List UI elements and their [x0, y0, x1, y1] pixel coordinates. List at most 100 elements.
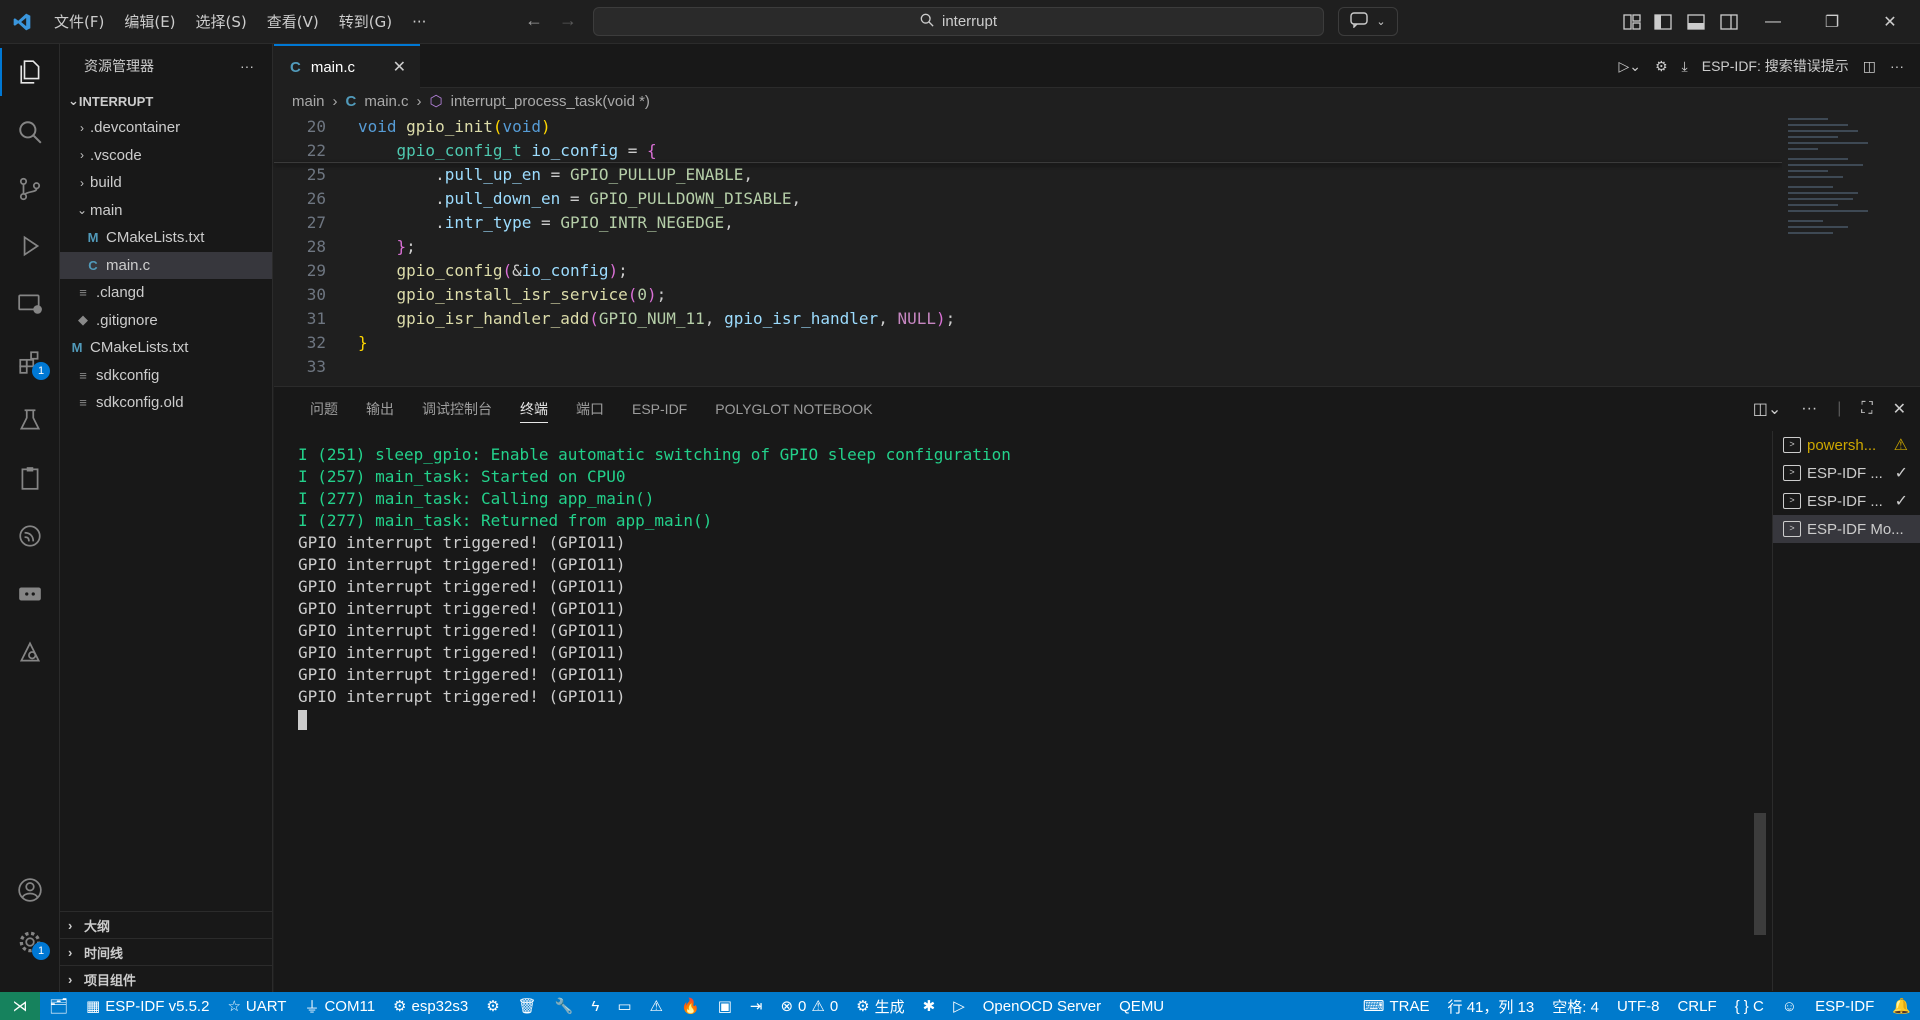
split-terminal-icon[interactable]: ◫⌄: [1753, 399, 1782, 419]
source-control-icon[interactable]: [0, 165, 60, 213]
tab-main-c[interactable]: C main.c ✕: [274, 44, 420, 88]
toggle-secondary-sidebar-icon[interactable]: [1709, 0, 1749, 44]
run-icon[interactable]: ▷: [944, 997, 974, 1015]
terminal-output[interactable]: I (251) sleep_gpio: Enable automatic swi…: [298, 444, 1698, 730]
copilot-chat-button[interactable]: ⌄: [1338, 7, 1398, 36]
terminal-icon[interactable]: ▣: [709, 997, 741, 1015]
forward-arrow-icon[interactable]: →: [551, 10, 585, 31]
terminal-item-esp-idf-1[interactable]: > ESP-IDF ... ✓: [1773, 459, 1920, 487]
extensions-icon[interactable]: 1: [0, 338, 60, 386]
split-editor-icon[interactable]: ◫: [1863, 58, 1876, 75]
tree-item-clangd[interactable]: ≡ .clangd: [60, 279, 272, 307]
terminal-item-esp-idf-2[interactable]: > ESP-IDF ... ✓: [1773, 487, 1920, 515]
serial-port[interactable]: ⏚ COM11: [295, 996, 384, 1017]
tab-output[interactable]: 输出: [352, 387, 408, 431]
execute-task-icon[interactable]: ⇥: [741, 997, 772, 1015]
account-icon[interactable]: [0, 866, 60, 914]
line-ending[interactable]: CRLF: [1668, 998, 1725, 1015]
remote-indicator-icon[interactable]: ⋊: [0, 992, 40, 1020]
esp-idf-version[interactable]: ▦ ESP-IDF v5.5.2: [77, 997, 218, 1016]
target-chip[interactable]: ⚙ esp32s3: [384, 997, 477, 1016]
close-window-icon[interactable]: ✕: [1870, 0, 1910, 44]
gear-icon[interactable]: ⚙: [1655, 58, 1668, 75]
tree-item-sdkconfig-old[interactable]: ≡ sdkconfig.old: [60, 389, 272, 417]
monitor-icon[interactable]: ▭: [608, 997, 640, 1015]
remote-explorer-icon[interactable]: [0, 280, 60, 328]
menu-edit[interactable]: 编辑(E): [114, 0, 185, 44]
tab-problems[interactable]: 问题: [296, 387, 352, 431]
breadcrumb-file[interactable]: main.c: [364, 93, 408, 110]
download-icon[interactable]: ⤓: [1682, 58, 1688, 75]
language-mode[interactable]: { } C: [1726, 998, 1773, 1015]
cursor-position[interactable]: 行 41，列 13: [1439, 996, 1544, 1017]
gear-tool-icon[interactable]: [0, 628, 60, 676]
tab-terminal[interactable]: 终端: [506, 387, 562, 431]
tab-esp-idf[interactable]: ESP-IDF: [618, 387, 701, 431]
menu-file[interactable]: 文件(F): [44, 0, 114, 44]
tree-item-main-cmakelists[interactable]: M CMakeLists.txt: [60, 224, 272, 252]
explorer-icon[interactable]: [0, 48, 60, 96]
command-center-search[interactable]: interrupt: [593, 7, 1324, 36]
more-actions-icon[interactable]: ···: [1801, 400, 1817, 418]
notifications-icon[interactable]: 🔔: [1883, 997, 1920, 1015]
more-actions-icon[interactable]: ···: [1890, 58, 1904, 74]
build-icon[interactable]: 🔧: [546, 997, 583, 1015]
openocd-server[interactable]: OpenOCD Server: [974, 998, 1110, 1015]
tab-polyglot-notebook[interactable]: POLYGLOT NOTEBOOK: [701, 387, 886, 431]
encoding[interactable]: UTF-8: [1608, 998, 1669, 1015]
terminal-item-esp-idf-monitor[interactable]: > ESP-IDF Mo...: [1773, 515, 1920, 543]
workspace-folder-icon[interactable]: 🗂: [40, 997, 77, 1015]
copilot-icon[interactable]: ☺: [1773, 998, 1806, 1015]
build-flash-monitor-icon[interactable]: 🔥: [672, 997, 709, 1015]
breadcrumb-folder[interactable]: main: [292, 93, 325, 110]
close-tab-icon[interactable]: ✕: [393, 57, 406, 77]
more-actions-icon[interactable]: ···: [240, 58, 254, 74]
timeline-section[interactable]: › 时间线: [60, 938, 273, 965]
minimap[interactable]: [1782, 114, 1902, 382]
minimize-window-icon[interactable]: —: [1753, 0, 1793, 44]
tab-ports[interactable]: 端口: [562, 387, 618, 431]
trae-indicator[interactable]: ⌨ TRAE: [1354, 997, 1439, 1016]
problems-indicator[interactable]: ⊗ 0 ⚠ 0: [771, 997, 847, 1016]
clipboard-icon[interactable]: [0, 454, 60, 502]
flash-icon[interactable]: ϟ: [582, 998, 608, 1015]
close-panel-icon[interactable]: ✕: [1893, 399, 1906, 419]
esp-idf-search-errors-button[interactable]: ESP-IDF: 搜索错误提示: [1702, 56, 1849, 76]
flash-method[interactable]: ☆ UART: [218, 997, 295, 1016]
generate-button[interactable]: ⚙ 生成: [847, 996, 913, 1017]
bug-icon[interactable]: ✱: [914, 997, 945, 1015]
project-components-section[interactable]: › 项目组件: [60, 965, 273, 992]
terminal-item-powershell[interactable]: > powersh... ⚠: [1773, 431, 1920, 459]
tree-item-devcontainer[interactable]: › .devcontainer: [60, 114, 272, 142]
editor-scrollbar[interactable]: [1904, 114, 1918, 382]
esp-idf-status[interactable]: ESP-IDF: [1806, 998, 1883, 1015]
espressif-icon[interactable]: [0, 512, 60, 560]
sdk-config-icon[interactable]: ⚙: [477, 997, 508, 1015]
breadcrumb-symbol[interactable]: interrupt_process_task(void *): [451, 93, 650, 110]
testing-icon[interactable]: [0, 396, 60, 444]
run-debug-icon[interactable]: [0, 222, 60, 270]
debug-icon[interactable]: ⚠: [641, 997, 672, 1015]
code-editor[interactable]: 20 void gpio_init(void) 22 gpio_config_t…: [274, 114, 1782, 382]
serial-monitor-icon[interactable]: [0, 570, 60, 618]
outline-section[interactable]: › 大纲: [60, 911, 273, 938]
back-arrow-icon[interactable]: ←: [517, 10, 551, 31]
run-debug-dropdown-icon[interactable]: ▷⌄: [1618, 58, 1641, 75]
tree-item-main-folder[interactable]: ⌄ main: [60, 197, 272, 225]
terminal-scrollbar[interactable]: [1754, 813, 1766, 935]
menu-selection[interactable]: 选择(S): [186, 0, 257, 44]
tree-item-vscode[interactable]: › .vscode: [60, 142, 272, 170]
menu-go[interactable]: 转到(G): [329, 0, 402, 44]
indentation[interactable]: 空格: 4: [1543, 996, 1608, 1017]
restore-window-icon[interactable]: ❐: [1812, 0, 1852, 44]
workspace-root[interactable]: ⌄ INTERRUPT: [60, 88, 272, 114]
tree-item-build[interactable]: › build: [60, 169, 272, 197]
tab-debug-console[interactable]: 调试控制台: [408, 387, 506, 431]
tree-item-main-c[interactable]: C main.c: [60, 251, 272, 279]
maximize-panel-icon[interactable]: ⛶: [1861, 400, 1872, 418]
full-clean-icon[interactable]: 🗑: [509, 997, 546, 1015]
tree-item-sdkconfig[interactable]: ≡ sdkconfig: [60, 362, 272, 390]
search-icon[interactable]: [0, 108, 60, 156]
menu-view[interactable]: 查看(V): [257, 0, 329, 44]
qemu[interactable]: QEMU: [1110, 998, 1173, 1015]
